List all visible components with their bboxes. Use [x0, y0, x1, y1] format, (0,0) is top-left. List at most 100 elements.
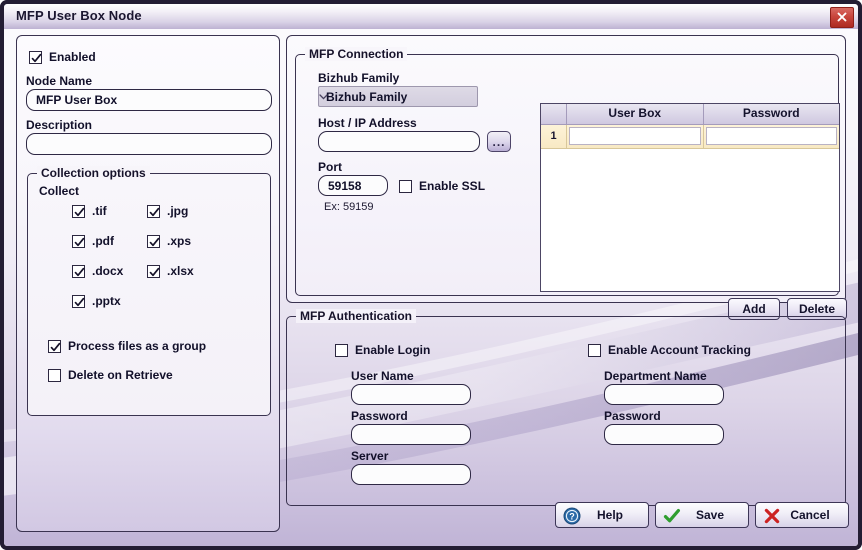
filetype-pptx-label: .pptx — [92, 294, 121, 308]
description-label: Description — [26, 118, 93, 132]
grid-column-header-user-box[interactable]: User Box — [567, 104, 704, 124]
user-box-grid[interactable]: User Box Password 1 — [540, 103, 840, 292]
dept-password-input[interactable] — [604, 424, 724, 445]
checkbox-box — [335, 343, 348, 357]
checkmark-icon — [31, 53, 42, 62]
save-button-label: Save — [695, 508, 725, 522]
delete-on-retrieve-checkbox[interactable]: Delete on Retrieve — [48, 368, 173, 382]
checkbox-box — [72, 204, 85, 218]
enable-login-checkbox[interactable]: Enable Login — [335, 343, 430, 357]
enabled-checkbox[interactable]: Enabled — [29, 50, 96, 64]
host-ip-input[interactable] — [318, 131, 480, 152]
port-example-hint: Ex: 59159 — [324, 201, 374, 213]
checkmark-icon — [74, 237, 85, 246]
checkmark-icon — [74, 267, 85, 276]
mfp-authentication-panel: MFP Authentication Enable Login User Nam… — [286, 309, 846, 512]
grid-empty-area[interactable] — [541, 149, 839, 291]
checkbox-box — [147, 234, 160, 248]
mfp-authentication-group: MFP Authentication Enable Login User Nam… — [286, 309, 846, 506]
checkbox-box — [72, 264, 85, 278]
grid-corner-cell — [541, 104, 567, 124]
mfp-connection-title: MFP Connection — [305, 47, 408, 61]
filetype-xps-checkbox[interactable]: .xps — [147, 234, 191, 248]
checkmark-icon — [149, 267, 160, 276]
grid-password-input[interactable] — [705, 127, 837, 145]
grid-cell-password[interactable] — [704, 125, 840, 148]
checkmark-icon — [149, 237, 160, 246]
help-button-label: Help — [596, 508, 623, 522]
window-title: MFP User Box Node — [16, 8, 142, 23]
checkmark-icon — [74, 297, 85, 306]
node-name-input[interactable] — [26, 89, 272, 111]
filetype-docx-checkbox[interactable]: .docx — [72, 264, 123, 278]
filetype-jpg-checkbox[interactable]: .jpg — [147, 204, 188, 218]
checkbox-box — [72, 234, 85, 248]
checkbox-box — [48, 339, 61, 353]
user-name-label: User Name — [351, 369, 414, 383]
filetype-xps-label: .xps — [167, 234, 192, 248]
checkbox-box — [399, 179, 412, 193]
grid-header-row: User Box Password — [541, 104, 839, 125]
filetype-pdf-label: .pdf — [92, 234, 114, 248]
checkbox-box — [147, 264, 160, 278]
collect-label: Collect — [39, 184, 80, 198]
close-x-icon — [837, 12, 847, 22]
enable-ssl-label: Enable SSL — [419, 179, 486, 193]
department-name-input[interactable] — [604, 384, 724, 405]
server-label: Server — [351, 449, 389, 463]
dialog-body: Enabled Node Name Description Collection… — [4, 29, 858, 546]
general-settings-panel: Enabled Node Name Description Collection… — [16, 35, 280, 532]
checkmark-icon — [74, 207, 85, 216]
filetype-xlsx-label: .xlsx — [167, 264, 194, 278]
enabled-checkbox-label: Enabled — [49, 50, 96, 64]
cancel-button-label: Cancel — [790, 508, 830, 522]
user-name-input[interactable] — [351, 384, 471, 405]
filetype-jpg-label: .jpg — [167, 204, 189, 218]
login-password-label: Password — [351, 409, 408, 423]
delete-on-retrieve-label: Delete on Retrieve — [68, 368, 173, 382]
grid-cell-user-box[interactable] — [567, 125, 704, 148]
description-input[interactable] — [26, 133, 272, 155]
checkbox-box — [147, 204, 160, 218]
close-button[interactable] — [830, 7, 854, 28]
enable-ssl-checkbox[interactable]: Enable SSL — [399, 179, 485, 193]
port-label: Port — [318, 160, 342, 174]
mfp-user-box-node-dialog: MFP User Box Node Enabled Node Name MFP … — [0, 0, 862, 550]
grid-column-header-password[interactable]: Password — [704, 104, 840, 124]
filetype-pdf-checkbox[interactable]: .pdf — [72, 234, 114, 248]
filetype-xlsx-checkbox[interactable]: .xlsx — [147, 264, 194, 278]
chevron-down-icon — [319, 94, 328, 100]
checkmark-icon — [50, 342, 61, 351]
server-input[interactable] — [351, 464, 471, 485]
checkmark-icon — [149, 207, 160, 216]
enable-account-tracking-checkbox[interactable]: Enable Account Tracking — [588, 343, 751, 357]
save-button[interactable]: Save — [655, 502, 749, 528]
login-password-input[interactable] — [351, 424, 471, 445]
mfp-authentication-title: MFP Authentication — [296, 309, 416, 323]
department-name-label: Department Name — [604, 369, 707, 383]
process-files-as-group-checkbox[interactable]: Process files as a group — [48, 339, 206, 353]
filetype-tif-checkbox[interactable]: .tif — [72, 204, 107, 218]
dept-password-label: Password — [604, 409, 661, 423]
cancel-button[interactable]: Cancel — [755, 502, 849, 528]
host-ip-label: Host / IP Address — [318, 116, 417, 130]
host-browse-button[interactable]: ... — [487, 131, 511, 152]
bizhub-family-select[interactable]: Bizhub Family — [318, 86, 478, 107]
mfp-connection-panel: MFP Connection Bizhub Family Bizhub Fami… — [286, 35, 847, 320]
checkbox-box — [72, 294, 85, 308]
process-files-as-group-label: Process files as a group — [68, 339, 207, 353]
port-input[interactable] — [318, 175, 388, 196]
collection-options-group: Collection options Collect .tif .pdf .do… — [27, 166, 271, 416]
mfp-connection-group: MFP Connection Bizhub Family Bizhub Fami… — [295, 47, 847, 320]
grid-row-1[interactable]: 1 — [541, 125, 839, 149]
collection-options-title: Collection options — [37, 166, 150, 180]
filetype-docx-label: .docx — [92, 264, 124, 278]
enable-account-tracking-label: Enable Account Tracking — [608, 343, 751, 357]
enabled-checkbox-box — [29, 50, 42, 64]
bizhub-family-label: Bizhub Family — [318, 71, 400, 85]
filetype-tif-label: .tif — [92, 204, 107, 218]
checkbox-box — [48, 368, 61, 382]
filetype-pptx-checkbox[interactable]: .pptx — [72, 294, 121, 308]
grid-user-box-input[interactable] — [569, 127, 701, 145]
help-button[interactable]: ? Help — [555, 502, 649, 528]
